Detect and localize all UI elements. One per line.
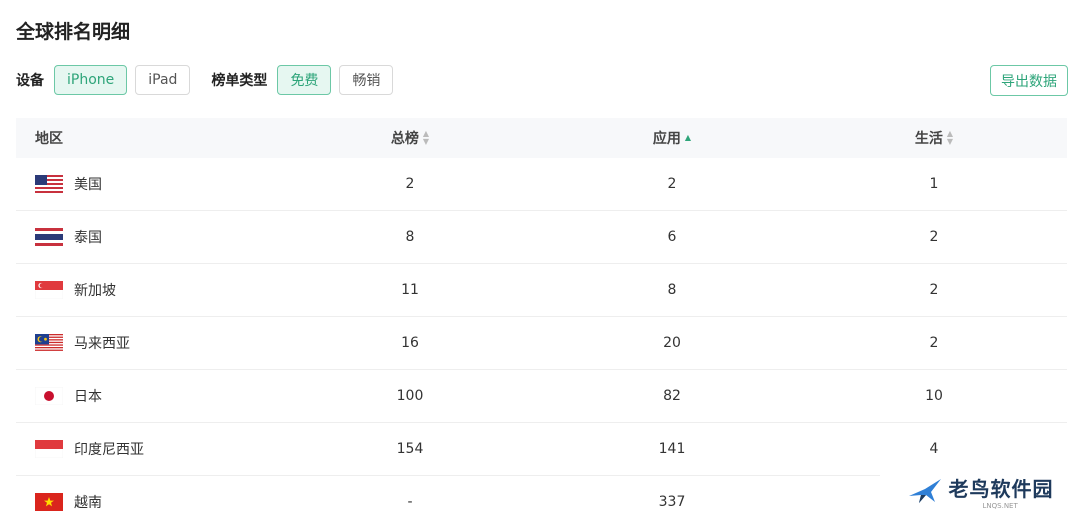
watermark-sub: LNQS.NET [982, 501, 1018, 510]
app-rank: 337 [658, 494, 686, 510]
region-name: 马来西亚 [74, 336, 130, 352]
region-cell: 印度尼西亚 [16, 439, 279, 459]
table-row: 新加坡 11 8 2 [16, 264, 1067, 317]
device-ipad-button[interactable]: iPad [135, 65, 191, 95]
total-rank: 16 [401, 335, 419, 351]
header-region: 地区 [16, 128, 279, 148]
device-iphone-button[interactable]: iPhone [54, 65, 128, 95]
total-rank: 100 [396, 388, 424, 404]
my-flag-icon [35, 334, 63, 352]
header-total-label: 总榜 [390, 131, 419, 147]
region-name: 新加坡 [74, 283, 116, 299]
app-rank: 141 [658, 441, 686, 457]
bird-logo-icon [908, 479, 941, 503]
us-flag-icon [35, 175, 63, 193]
total-rank: 2 [405, 176, 415, 192]
total-rank: 11 [401, 282, 419, 298]
region-cell: 越南 [16, 492, 279, 512]
table-row: 泰国 8 6 2 [16, 211, 1067, 264]
app-rank: 2 [667, 176, 677, 192]
region-name: 印度尼西亚 [74, 442, 144, 458]
region-cell: 马来西亚 [16, 333, 279, 353]
life-rank: 10 [925, 388, 943, 404]
table-row: 美国 2 2 1 [16, 158, 1067, 211]
table-row: 马来西亚 16 20 2 [16, 317, 1067, 370]
header-total[interactable]: 总榜 ▲ ▼ [279, 128, 541, 148]
sg-flag-icon [35, 281, 63, 299]
sort-asc-icon[interactable]: ▲ [685, 134, 691, 142]
sort-icon[interactable]: ▲ ▼ [947, 130, 953, 146]
sort-icon[interactable]: ▲ ▼ [423, 130, 429, 146]
app-rank: 8 [667, 282, 677, 298]
filter-bar: 设备 iPhone iPad 榜单类型 免费 畅销 [16, 65, 401, 95]
chart-type-label: 榜单类型 [211, 73, 268, 89]
id-flag-icon [35, 440, 63, 458]
jp-flag-icon [35, 387, 63, 405]
region-name: 日本 [74, 389, 102, 405]
watermark-text: 老鸟软件园 LNQS.NET [949, 473, 1054, 510]
region-cell: 美国 [16, 174, 279, 194]
total-rank: 8 [405, 229, 415, 245]
life-rank: 2 [929, 229, 939, 245]
th-flag-icon [35, 228, 63, 246]
life-rank: 2 [929, 282, 939, 298]
total-rank: - [407, 494, 413, 510]
app-rank: 6 [667, 229, 677, 245]
device-label: 设备 [16, 73, 44, 89]
header-life[interactable]: 生活 ▲ ▼ [803, 128, 1065, 148]
region-name: 美国 [74, 177, 102, 193]
watermark: 老鸟软件园 LNQS.NET [880, 466, 1080, 516]
page-title: 全球排名明细 [16, 21, 131, 43]
export-data-button[interactable]: 导出数据 [990, 65, 1068, 96]
region-cell: 日本 [16, 386, 279, 406]
table-row: 日本 100 82 10 [16, 370, 1067, 423]
life-rank: 2 [929, 335, 939, 351]
region-name: 越南 [74, 495, 102, 511]
watermark-main: 老鸟软件园 [948, 476, 1054, 501]
app-rank: 20 [663, 335, 681, 351]
header-region-label: 地区 [35, 131, 63, 147]
region-name: 泰国 [74, 230, 102, 246]
region-cell: 新加坡 [16, 280, 279, 300]
chart-free-button[interactable]: 免费 [277, 65, 332, 95]
total-rank: 154 [396, 441, 424, 457]
vn-flag-icon [35, 493, 63, 511]
header-app-label: 应用 [652, 131, 681, 147]
header-app[interactable]: 应用 ▲ [541, 128, 803, 148]
app-rank: 82 [663, 388, 681, 404]
life-rank: 4 [929, 441, 939, 457]
chart-grossing-button[interactable]: 畅销 [339, 65, 394, 95]
life-rank: 1 [929, 176, 939, 192]
table-header: 地区 总榜 ▲ ▼ 应用 ▲ 生活 ▲ ▼ [16, 118, 1067, 158]
region-cell: 泰国 [16, 227, 279, 247]
header-life-label: 生活 [914, 131, 943, 147]
